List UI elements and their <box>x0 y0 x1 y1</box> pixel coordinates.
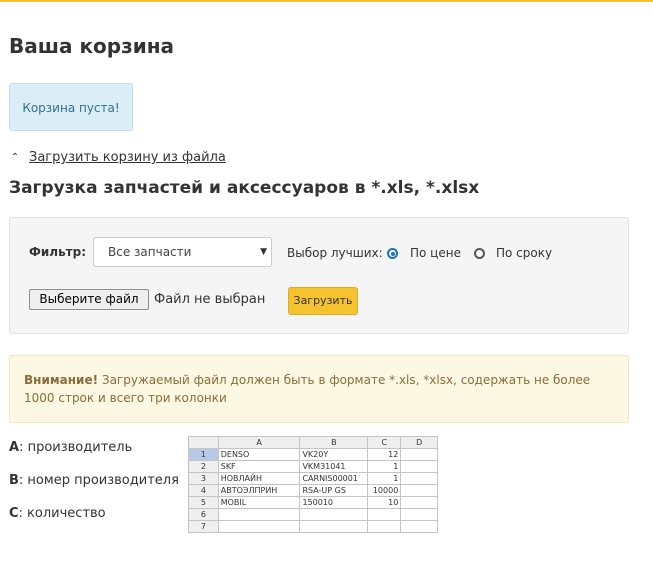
chevron-up-icon: ⌃ <box>10 152 20 163</box>
column-b-description: B: номер производителя <box>9 473 179 488</box>
upload-section-title: Загрузка запчастей и аксессуаров в *.xls… <box>9 178 480 198</box>
upload-form-panel: Фильтр: Все запчасти ▼ Выбор лучших: По … <box>9 217 629 334</box>
best-choice-label: Выбор лучших: <box>287 246 383 260</box>
radio-by-price[interactable] <box>387 248 398 259</box>
load-cart-from-file-toggle[interactable]: ⌃ Загрузить корзину из файла <box>10 150 226 165</box>
spreadsheet-header-row: A B C D <box>188 436 438 449</box>
table-row: 3 НОВЛАЙН CARNIS00001 1 <box>188 472 438 485</box>
spreadsheet-example: A B C D 1 DENSO VK20Y 12 2 SKF VKM31041 … <box>188 436 438 535</box>
column-header-b: B <box>299 436 369 449</box>
column-header-a: A <box>217 436 301 449</box>
radio-by-term-label[interactable]: По сроку <box>496 246 552 260</box>
warning-strong: Внимание! <box>24 373 99 387</box>
file-status-text: Файл не выбран <box>154 292 266 307</box>
table-row: 5 MOBIL 150010 10 <box>188 496 438 509</box>
table-row: 6 <box>188 508 438 521</box>
upload-button[interactable]: Загрузить <box>288 287 358 315</box>
table-row: 7 <box>188 520 438 533</box>
radio-by-term[interactable] <box>474 248 485 259</box>
empty-cart-alert: Корзина пуста! <box>9 83 133 131</box>
page-title: Ваша корзина <box>9 34 175 58</box>
warning-text: Загружаемый файл должен быть в формате *… <box>24 373 591 405</box>
column-header-d: D <box>400 436 438 449</box>
column-header-c: C <box>367 436 402 449</box>
filter-label: Фильтр: <box>29 245 87 259</box>
caret-down-icon: ▼ <box>260 247 267 257</box>
top-accent-line <box>0 0 653 2</box>
file-format-warning: Внимание! Загружаемый файл должен быть в… <box>9 355 629 423</box>
radio-by-price-label[interactable]: По цене <box>410 246 461 260</box>
column-a-description: A: производитель <box>9 440 133 455</box>
column-c-description: C: количество <box>9 506 106 521</box>
filter-select[interactable]: Все запчасти ▼ <box>93 237 272 267</box>
table-row: 4 АВТОЭЛПРИН RSA-UP GS 10000 <box>188 484 438 497</box>
corner-cell <box>188 436 219 449</box>
table-row: 1 DENSO VK20Y 12 <box>188 448 438 461</box>
load-cart-from-file-link[interactable]: Загрузить корзину из файла <box>29 150 226 165</box>
filter-select-value: Все запчасти <box>108 245 192 259</box>
spreadsheet-table: A B C D 1 DENSO VK20Y 12 2 SKF VKM31041 … <box>188 436 438 533</box>
table-row: 2 SKF VKM31041 1 <box>188 460 438 473</box>
choose-file-button[interactable]: Выберите файл <box>29 289 149 310</box>
